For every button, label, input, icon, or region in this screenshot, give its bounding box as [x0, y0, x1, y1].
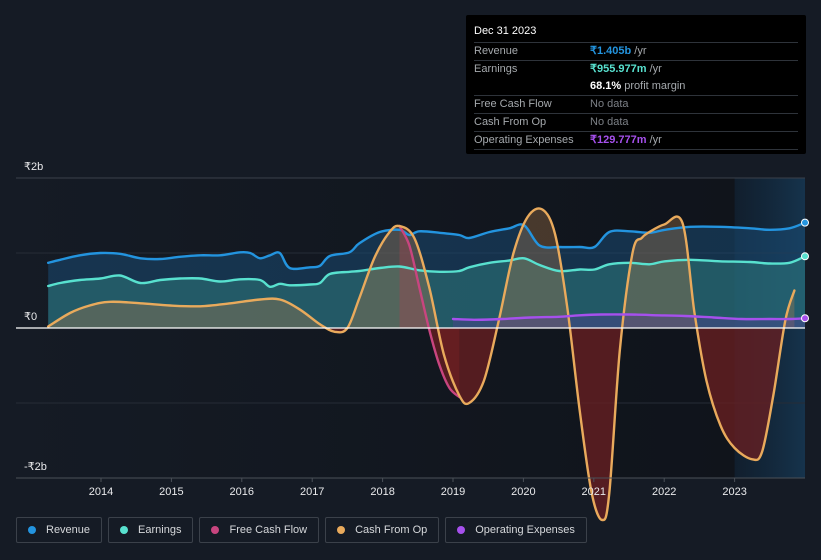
x-tick-label: 2021	[582, 486, 606, 498]
legend-label: Revenue	[46, 524, 91, 536]
tooltip-row: 68.1% profit margin	[474, 78, 798, 96]
tooltip-row-value: No data	[590, 98, 629, 110]
tooltip-row-value: No data	[590, 116, 629, 128]
tooltip-panel: Dec 31 2023 Revenue ₹1.405b /yr Earnings ₹9…	[466, 15, 806, 154]
tooltip-row-value: ₹1.405b /yr	[590, 45, 647, 57]
legend-label: Operating Expenses	[475, 524, 575, 536]
legend-dot-icon	[120, 526, 129, 534]
tooltip-row-label: Cash From Op	[474, 116, 547, 128]
y-tick-label: -₹2b	[24, 461, 47, 473]
tooltip-row: Free Cash Flow No data	[474, 96, 798, 114]
x-tick-label: 2018	[370, 486, 394, 498]
legend-item-earnings[interactable]: Earnings	[108, 517, 194, 543]
legend-dot-icon	[337, 526, 346, 534]
legend-label: Earnings	[138, 524, 182, 536]
legend-item-free-cash-flow[interactable]: Free Cash Flow	[199, 517, 320, 543]
x-tick-label: 2023	[722, 486, 746, 498]
y-tick-label: ₹0	[24, 311, 37, 323]
tooltip-row-label	[474, 78, 590, 95]
operating-expenses-end-marker[interactable]	[801, 314, 809, 323]
x-tick-label: 2014	[89, 486, 113, 498]
legend-dot-icon	[211, 526, 220, 534]
x-tick-label: 2019	[441, 486, 465, 498]
x-tick-label: 2016	[230, 486, 254, 498]
legend-label: Cash From Op	[355, 524, 428, 536]
legend: Revenue Earnings Free Cash Flow Cash From O…	[16, 517, 587, 543]
tooltip-row: Operating Expenses ₹129.777m /yr	[474, 132, 798, 150]
tooltip-row: Revenue ₹1.405b /yr	[474, 43, 798, 61]
tooltip-row-label: Earnings	[474, 63, 518, 75]
x-tick-label: 2015	[159, 486, 183, 498]
legend-label: Free Cash Flow	[229, 524, 308, 536]
x-tick-label: 2020	[511, 486, 535, 498]
tooltip-row: Cash From Op No data	[474, 114, 798, 132]
x-tick-label: 2022	[652, 486, 676, 498]
revenue-end-marker[interactable]	[801, 218, 809, 227]
tooltip-row-value: ₹955.977m /yr	[590, 63, 662, 75]
tooltip-date: Dec 31 2023	[474, 23, 798, 43]
legend-item-operating-expenses[interactable]: Operating Expenses	[445, 517, 587, 543]
legend-dot-icon	[28, 526, 36, 534]
legend-item-cash-from-op[interactable]: Cash From Op	[325, 517, 440, 543]
tooltip-row: Earnings ₹955.977m /yr	[474, 61, 798, 78]
tooltip-row-label: Free Cash Flow	[474, 98, 552, 110]
tooltip-row-value: ₹129.777m /yr	[590, 134, 662, 146]
y-tick-label: ₹2b	[24, 161, 43, 173]
tooltip-row-label: Operating Expenses	[474, 134, 574, 146]
legend-item-revenue[interactable]: Revenue	[16, 517, 103, 543]
tooltip-row-value: 68.1% profit margin	[590, 80, 686, 92]
legend-dot-icon	[457, 526, 466, 534]
tooltip-row-label: Revenue	[474, 45, 519, 57]
earnings-end-marker[interactable]	[801, 252, 809, 261]
x-tick-label: 2017	[300, 486, 324, 498]
